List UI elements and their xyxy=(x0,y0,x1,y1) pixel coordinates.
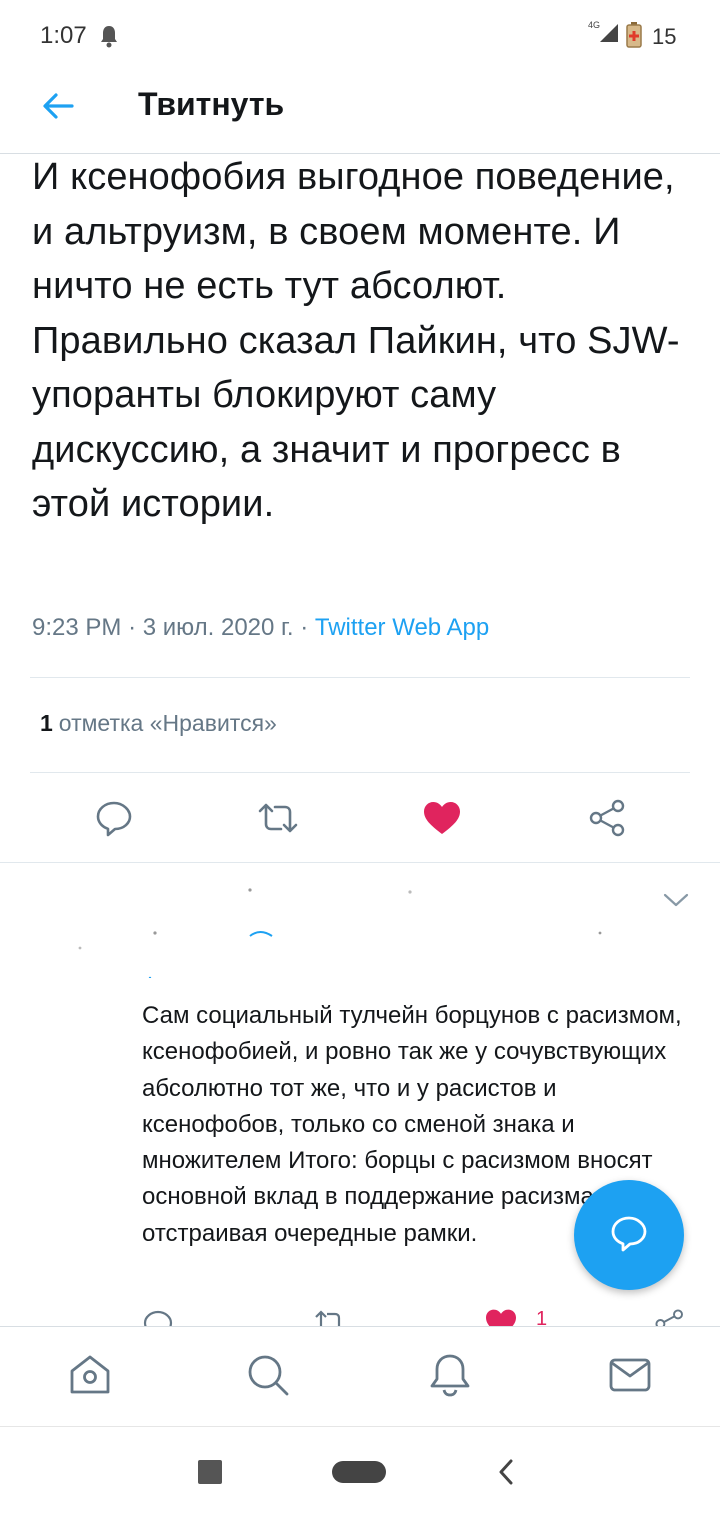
status-bar: 1:07 4G 15 xyxy=(0,0,720,72)
reply-options-button[interactable] xyxy=(660,888,692,917)
share-icon xyxy=(588,798,628,843)
reply-actions xyxy=(0,1304,720,1328)
retweet-icon xyxy=(256,800,300,841)
like-button[interactable] xyxy=(412,790,472,850)
home-icon xyxy=(67,1352,113,1403)
tweet-text: И ксенофобия выгодное поведение, и альтр… xyxy=(32,156,680,525)
reply-icon xyxy=(94,798,134,843)
reply-button[interactable] xyxy=(84,790,144,850)
divider xyxy=(30,772,690,773)
section-divider xyxy=(0,862,720,863)
nav-notifications[interactable] xyxy=(424,1351,476,1403)
nav-search[interactable] xyxy=(242,1351,294,1403)
search-icon xyxy=(245,1352,291,1403)
nav-messages[interactable] xyxy=(604,1351,656,1403)
notifications-icon xyxy=(427,1352,473,1403)
battery-icon xyxy=(626,22,642,53)
tweet-meta: 9:23 PM · 3 июл. 2020 г. · Twitter Web A… xyxy=(32,614,489,642)
bottom-nav xyxy=(0,1326,720,1426)
like-count: 1 xyxy=(40,710,53,736)
arrow-left-icon xyxy=(42,92,74,125)
header: Твитнуть xyxy=(0,72,720,154)
heart-icon[interactable] xyxy=(484,1308,518,1328)
chevron-left-icon xyxy=(496,1459,516,1491)
chevron-down-icon xyxy=(660,893,692,916)
retweet-button[interactable] xyxy=(248,790,308,850)
reply-icon[interactable] xyxy=(142,1308,174,1328)
share-icon[interactable] xyxy=(654,1308,686,1328)
recents-button[interactable] xyxy=(198,1460,222,1484)
nav-home[interactable] xyxy=(64,1351,116,1403)
tweet-actions xyxy=(0,790,720,850)
likes-summary[interactable]: 1 отметка «Нравится» xyxy=(40,710,277,737)
heart-icon xyxy=(422,800,462,841)
tweet-source-link[interactable]: Twitter Web App xyxy=(315,614,489,641)
like-label: отметка «Нравится» xyxy=(58,710,277,736)
meta-separator: · xyxy=(300,614,309,641)
status-time: 1:07 xyxy=(40,22,87,49)
tweet-date: 3 июл. 2020 г. xyxy=(142,614,294,641)
signal-icon xyxy=(598,22,620,49)
compose-reply-button[interactable] xyxy=(574,1180,684,1290)
system-nav-bar xyxy=(0,1426,720,1520)
divider xyxy=(30,677,690,678)
back-button[interactable] xyxy=(36,86,80,130)
page-title: Твитнуть xyxy=(138,86,285,122)
share-button[interactable] xyxy=(578,790,638,850)
meta-separator: · xyxy=(128,614,137,641)
reply-icon xyxy=(609,1213,649,1258)
back-nav-button[interactable] xyxy=(496,1457,516,1492)
home-button[interactable] xyxy=(332,1461,386,1483)
bell-icon xyxy=(98,24,120,53)
tweet-time: 9:23 PM xyxy=(32,614,122,641)
retweet-icon[interactable] xyxy=(312,1308,348,1328)
messages-icon xyxy=(607,1352,653,1403)
battery-level: 15 xyxy=(652,24,677,49)
reply-header-obscured xyxy=(60,878,620,980)
